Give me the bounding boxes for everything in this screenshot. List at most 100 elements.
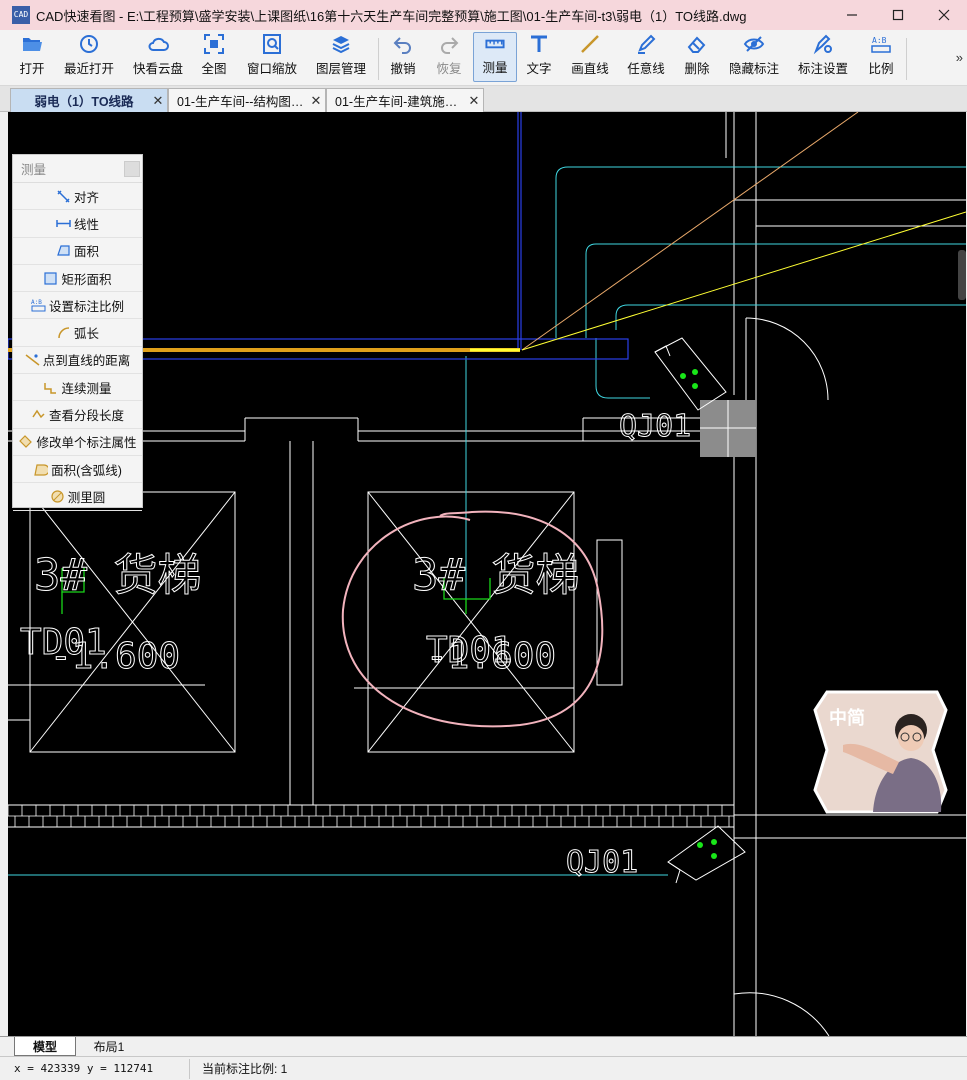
recent-label: 最近打开 [63,62,114,76]
measure-circle-item[interactable]: 测里圆 [13,483,142,511]
drawing-svg: 3# 货梯 3# 货梯 TD01 -1.600 TD01 -1.600 QJ01… [8,112,966,1036]
minimize-button[interactable] [829,0,875,30]
window-title: CAD快速看图 - E:\工程预算\盛学安装\上课图纸\16第十六天生产车间完整… [36,8,747,24]
tab-weak-current-to[interactable]: 弱电（1）TO线路 ✕ [10,88,168,112]
arc-area-icon [34,464,49,476]
scale-setting-icon: A:B [31,299,46,312]
cad-drawing-canvas[interactable]: 3# 货梯 3# 货梯 TD01 -1.600 TD01 -1.600 QJ01… [8,112,966,1036]
open-button[interactable]: 打开 [12,32,52,82]
eraser-icon [687,36,706,53]
layer-manager-button[interactable]: 图层管理 [312,32,370,82]
circle-measure-icon [51,490,64,503]
delete-button[interactable]: 删除 [680,32,714,82]
cloud-label: 快看云盘 [132,62,183,76]
scale-label: 比例 [868,62,894,76]
document-tab-bar: 弱电（1）TO线路 ✕ 01-生产车间--结构图… ✕ 01-生产车间-建筑施…… [0,86,967,112]
toolbar-more-button[interactable]: » [956,50,963,65]
svg-text:A:B: A:B [872,36,887,45]
tab-layout1[interactable]: 布局1 [80,1037,138,1056]
continuous-measure-icon [44,382,57,394]
layers-icon [332,36,350,54]
vertical-scroll-handle[interactable] [958,250,966,300]
layer-manager-label: 图层管理 [315,62,366,76]
tab-close-icon[interactable]: ✕ [307,93,325,109]
undo-icon [393,37,411,54]
measure-arc-length-label: 弧长 [73,327,99,342]
redo-icon [441,37,459,54]
annotation-settings-icon [813,34,832,55]
close-window-button[interactable] [921,0,967,30]
clock-history-icon [80,35,98,53]
annotation-settings-button[interactable]: 标注设置 [794,32,852,82]
measure-rect-area-label: 矩形面积 [61,272,112,287]
measure-scale-setting-item[interactable]: A:B 设置标注比例 [13,292,142,320]
zoom-window-icon [263,34,281,54]
toolbar-divider [378,38,379,80]
avatar: 中简 [813,690,948,814]
annotation-settings-label: 标注设置 [797,62,848,76]
maximize-icon [892,9,904,21]
zoom-window-button[interactable]: 窗口缩放 [244,32,300,82]
avatar-text: 中简 [829,707,865,729]
app-logo-icon: CAD [12,6,30,24]
zoom-window-label: 窗口缩放 [246,62,297,76]
close-icon [938,9,950,21]
elevator-left-level: -1.600 [50,636,180,677]
redo-label: 恢复 [436,62,462,76]
tab-close-icon[interactable]: ✕ [465,93,483,109]
align-measure-icon [57,190,70,203]
measure-button[interactable]: 测量 [473,32,517,82]
tab-architecture-drawing[interactable]: 01-生产车间-建筑施… ✕ [326,88,484,112]
measure-scale-setting-label: 设置标注比例 [48,299,124,314]
measure-point-line-label: 点到直线的距离 [42,354,131,369]
scale-button[interactable]: A:B 比例 [864,32,898,82]
measure-align-item[interactable]: 对齐 [13,183,142,211]
minimize-icon [847,14,857,16]
measure-arc-area-item[interactable]: 面积(含弧线) [13,456,142,484]
line-icon [581,35,599,53]
measure-arc-area-label: 面积(含弧线) [51,463,122,478]
measure-circle-label: 测里圆 [67,490,106,505]
cloud-button[interactable]: 快看云盘 [128,32,188,82]
measure-rect-area-item[interactable]: 矩形面积 [13,265,142,293]
freehand-circle-annotation[interactable] [341,510,604,728]
draw-line-button[interactable]: 画直线 [566,32,614,82]
measure-continuous-item[interactable]: 连续测量 [13,374,142,402]
measure-point-line-item[interactable]: 点到直线的距离 [13,347,142,375]
eye-hide-icon [743,36,765,52]
measure-segment-length-item[interactable]: 查看分段长度 [13,401,142,429]
measure-area-item[interactable]: 面积 [13,238,142,265]
undo-label: 撤销 [390,62,416,76]
delete-label: 删除 [684,62,710,76]
draw-line-label: 画直线 [571,62,609,76]
tab-model[interactable]: 模型 [14,1037,76,1056]
full-view-button[interactable]: 全图 [196,32,232,82]
text-label: 文字 [526,62,552,76]
redo-button[interactable]: 恢复 [432,32,466,82]
elevator-left-label: 3# 货梯 [34,550,201,601]
measure-segment-length-label: 查看分段长度 [48,409,124,424]
main-toolbar: 打开 最近打开 快看云盘 全图 窗口缩放 图层管理 撤销 恢复 测量 文字 画直… [0,30,967,86]
recent-button[interactable]: 最近打开 [60,32,118,82]
qj-bottom-label: QJ01 [566,845,638,880]
open-label: 打开 [19,62,45,76]
pen-icon [638,34,656,54]
measure-edit-annotation-item[interactable]: 修改单个标注属性 [13,429,142,456]
measure-arc-length-item[interactable]: 弧长 [13,319,142,347]
tab-structure-drawing[interactable]: 01-生产车间--结构图… ✕ [168,88,326,112]
measure-linear-item[interactable]: 线性 [13,210,142,238]
text-button[interactable]: 文字 [522,32,556,82]
rect-area-icon [44,271,58,285]
undo-button[interactable]: 撤销 [386,32,420,82]
tab-close-icon[interactable]: ✕ [149,93,167,109]
maximize-button[interactable] [875,0,921,30]
freehand-line-button[interactable]: 任意线 [624,32,668,82]
measure-panel-header: 测量 [13,155,142,183]
fullview-icon [204,34,224,54]
hide-annotation-button[interactable]: 隐藏标注 [726,32,782,82]
measure-panel-title: 测量 [21,163,47,177]
panel-close-icon[interactable] [124,161,140,177]
svg-text:A:B: A:B [31,299,42,306]
arc-length-icon [58,327,70,339]
avatar-svg: 中简 [813,690,948,814]
